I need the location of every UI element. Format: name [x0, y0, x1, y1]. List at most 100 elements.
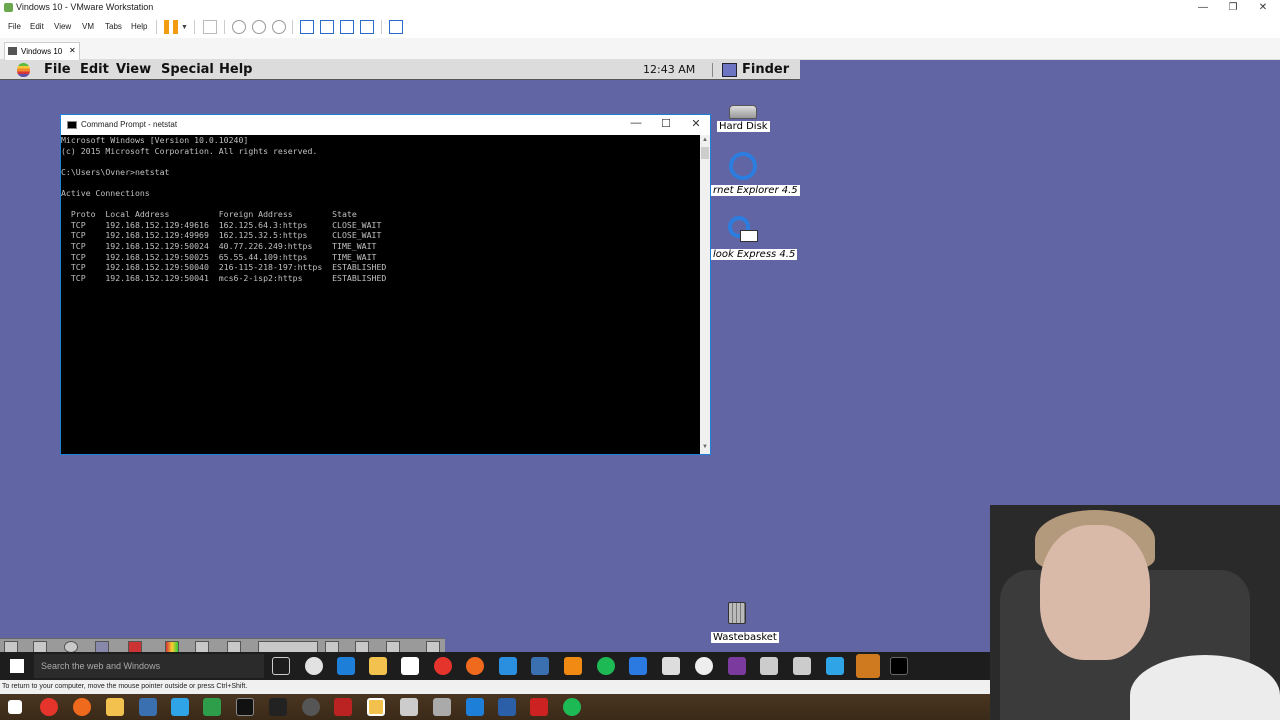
command-prompt-window[interactable]: Command Prompt - netstat — ☐ ✕ Microsoft… [60, 114, 711, 455]
hard-disk-label[interactable]: Hard Disk [717, 121, 770, 132]
store-icon[interactable] [401, 657, 419, 675]
tab-vindows-10[interactable]: Vindows 10 ✕ [4, 42, 80, 60]
thumbnail-icon[interactable] [320, 20, 334, 34]
send-keys-icon[interactable] [203, 20, 217, 34]
app-icon[interactable] [302, 698, 320, 716]
outlook-express-label[interactable]: look Express 4.5 [711, 249, 798, 260]
google-drive-icon[interactable] [856, 654, 880, 678]
spotify-icon[interactable] [597, 657, 615, 675]
windows-start-icon[interactable] [8, 700, 22, 714]
vmware-icon[interactable] [531, 657, 549, 675]
app-icon[interactable] [400, 698, 418, 716]
onenote-icon[interactable] [728, 657, 746, 675]
mac-menu-special[interactable]: Special [161, 62, 214, 77]
finder-menu[interactable]: Finder [742, 62, 789, 77]
toolbar-divider [194, 20, 195, 34]
mac-menu-file[interactable]: File [44, 62, 71, 77]
app-icon[interactable] [203, 698, 221, 716]
menu-vm[interactable]: VM [82, 22, 94, 31]
menubar-divider [712, 63, 713, 77]
app-icon[interactable] [498, 698, 516, 716]
scroll-up-icon[interactable]: ▲ [702, 137, 708, 143]
app-icon[interactable] [433, 698, 451, 716]
close-tab-icon[interactable]: ✕ [69, 46, 76, 55]
vmware-taskbar-icon[interactable] [367, 698, 385, 716]
app-icon[interactable] [334, 698, 352, 716]
mac-menu-edit[interactable]: Edit [80, 62, 109, 77]
vlc-icon[interactable] [564, 657, 582, 675]
hard-disk-icon[interactable] [729, 105, 757, 119]
app-icon[interactable] [236, 698, 254, 716]
wastebasket-label[interactable]: Wastebasket [711, 632, 779, 643]
cmd-scrollbar[interactable]: ▲ ▼ [700, 135, 710, 454]
minimize-icon[interactable]: — [1188, 0, 1218, 16]
search-input[interactable]: Search the web and Windows [34, 654, 264, 678]
toolbar-divider [224, 20, 225, 34]
firefox-icon[interactable] [73, 698, 91, 716]
file-explorer-icon[interactable] [369, 657, 387, 675]
close-icon[interactable]: ✕ [1248, 0, 1278, 16]
photos-icon[interactable] [662, 657, 680, 675]
app-icon[interactable] [269, 698, 287, 716]
cmd-close-icon[interactable]: ✕ [681, 117, 711, 133]
console-view-icon[interactable] [389, 20, 403, 34]
menu-file[interactable]: File [8, 22, 21, 31]
chrome-icon[interactable] [305, 657, 323, 675]
scroll-down-icon[interactable]: ▼ [702, 444, 708, 450]
chevron-down-icon[interactable]: ▼ [181, 24, 188, 31]
toolbar-divider [156, 20, 157, 34]
host-menubar: File Edit View VM Tabs Help ▼ [0, 16, 1280, 38]
menu-help[interactable]: Help [131, 22, 147, 31]
mac-menu-help[interactable]: Help [219, 62, 252, 77]
unity-icon[interactable] [360, 20, 374, 34]
menubar-clock: 12:43 AM [643, 63, 696, 76]
snapshot-manager-icon[interactable] [272, 20, 286, 34]
edge-icon[interactable] [337, 657, 355, 675]
opera-icon[interactable] [434, 657, 452, 675]
vm-icon [8, 47, 17, 55]
task-view-icon[interactable] [272, 657, 290, 675]
cmd-maximize-icon[interactable]: ☐ [651, 117, 681, 133]
tab-label: Vindows 10 [21, 47, 63, 56]
host-titlebar: Vindows 10 - VMware Workstation — ❐ ✕ [0, 0, 1280, 16]
spotify-icon[interactable] [563, 698, 581, 716]
restore-icon[interactable]: ❐ [1218, 0, 1248, 16]
webcam-overlay [990, 505, 1280, 720]
pause-icon[interactable] [164, 20, 178, 34]
internet-explorer-label[interactable]: rnet Explorer 4.5 [711, 185, 800, 196]
skype-icon[interactable] [171, 698, 189, 716]
mac-menu-view[interactable]: View [116, 62, 151, 77]
cmd-minimize-icon[interactable]: — [621, 117, 651, 133]
snapshot-icon[interactable] [232, 20, 246, 34]
toolbar-divider [381, 20, 382, 34]
outlook-express-icon[interactable] [728, 216, 758, 244]
file-explorer-icon[interactable] [106, 698, 124, 716]
apple-icon[interactable] [17, 63, 30, 77]
firefox-icon[interactable] [466, 657, 484, 675]
ie-icon[interactable] [499, 657, 517, 675]
toolbar-divider [292, 20, 293, 34]
fullscreen-icon[interactable] [340, 20, 354, 34]
calculator-icon[interactable] [793, 657, 811, 675]
app-icon[interactable] [530, 698, 548, 716]
windows-start-icon[interactable] [10, 659, 24, 673]
menu-tabs[interactable]: Tabs [105, 22, 122, 31]
library-icon[interactable] [300, 20, 314, 34]
scrollbar-thumb[interactable] [701, 147, 709, 159]
wastebasket-icon[interactable] [728, 602, 746, 624]
cmd-titlebar[interactable]: Command Prompt - netstat — ☐ ✕ [61, 115, 710, 135]
opera-icon[interactable] [40, 698, 58, 716]
calendar-icon[interactable] [760, 657, 778, 675]
app-icon[interactable] [139, 698, 157, 716]
skype-icon[interactable] [826, 657, 844, 675]
internet-explorer-icon[interactable] [729, 152, 757, 180]
menu-view[interactable]: View [54, 22, 71, 31]
media-player-icon[interactable] [695, 657, 713, 675]
revert-snapshot-icon[interactable] [252, 20, 266, 34]
app-icon[interactable] [466, 698, 484, 716]
menu-edit[interactable]: Edit [30, 22, 44, 31]
cmd-taskbar-icon[interactable] [890, 657, 908, 675]
finder-icon[interactable] [722, 63, 737, 77]
dropbox-icon[interactable] [629, 657, 647, 675]
cmd-console[interactable]: Microsoft Windows [Version 10.0.10240] (… [61, 135, 700, 454]
